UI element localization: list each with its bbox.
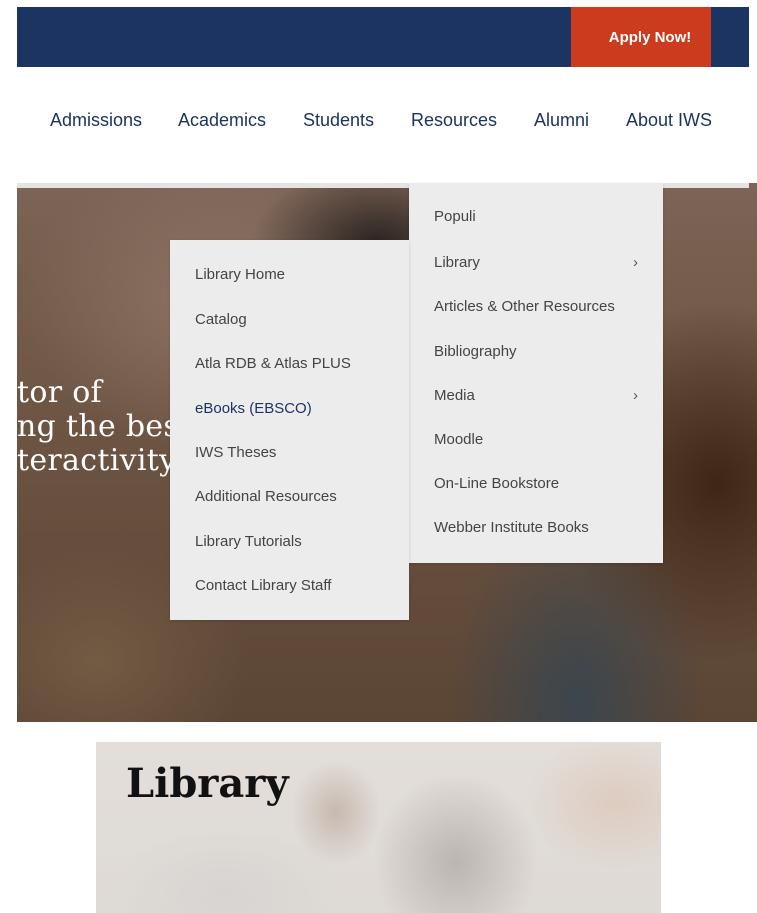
submenu-item-library-tutorials[interactable]: Library Tutorials (195, 533, 302, 550)
submenu-item-catalog[interactable]: Catalog (195, 311, 247, 328)
nav-item-alumni[interactable]: Alumni (534, 110, 589, 131)
nav-item-about-iws[interactable]: About IWS (626, 110, 712, 131)
library-submenu: Library Home Catalog Atla RDB & Atlas PL… (170, 240, 409, 620)
main-nav: Admissions Academics Students Resources … (0, 110, 757, 144)
menu-item-bookstore[interactable]: On-Line Bookstore (434, 475, 559, 492)
menu-item-media[interactable]: Media (434, 387, 475, 404)
page-title: Library (126, 760, 289, 807)
hero-text-line-2: ng the best (17, 409, 192, 444)
submenu-item-library-home[interactable]: Library Home (195, 266, 285, 283)
submenu-item-atla[interactable]: Atla RDB & Atlas PLUS (195, 355, 351, 372)
menu-item-library[interactable]: Library (434, 254, 480, 271)
menu-item-populi[interactable]: Populi (434, 208, 476, 225)
library-banner-image: Library (96, 742, 661, 913)
submenu-item-additional-resources[interactable]: Additional Resources (195, 488, 337, 505)
chevron-right-icon: › (633, 387, 638, 404)
menu-item-bibliography[interactable]: Bibliography (434, 343, 517, 360)
resources-dropdown: Populi Library › Articles & Other Resour… (409, 183, 663, 563)
hero-text-line-3: teractivity. (17, 443, 183, 478)
nav-item-resources[interactable]: Resources (411, 110, 497, 131)
submenu-item-ebooks[interactable]: eBooks (EBSCO) (195, 400, 312, 417)
nav-item-admissions[interactable]: Admissions (50, 110, 142, 131)
hero-text-line-1: tor of (17, 375, 102, 410)
chevron-right-icon: › (633, 254, 638, 271)
apply-now-button[interactable]: Apply Now! (571, 7, 711, 67)
menu-item-articles[interactable]: Articles & Other Resources (434, 298, 615, 315)
nav-item-academics[interactable]: Academics (178, 110, 266, 131)
submenu-item-iws-theses[interactable]: IWS Theses (195, 444, 276, 461)
menu-item-webber-books[interactable]: Webber Institute Books (434, 519, 589, 536)
menu-item-moodle[interactable]: Moodle (434, 431, 483, 448)
submenu-item-contact-staff[interactable]: Contact Library Staff (195, 577, 331, 594)
nav-item-students[interactable]: Students (303, 110, 374, 131)
